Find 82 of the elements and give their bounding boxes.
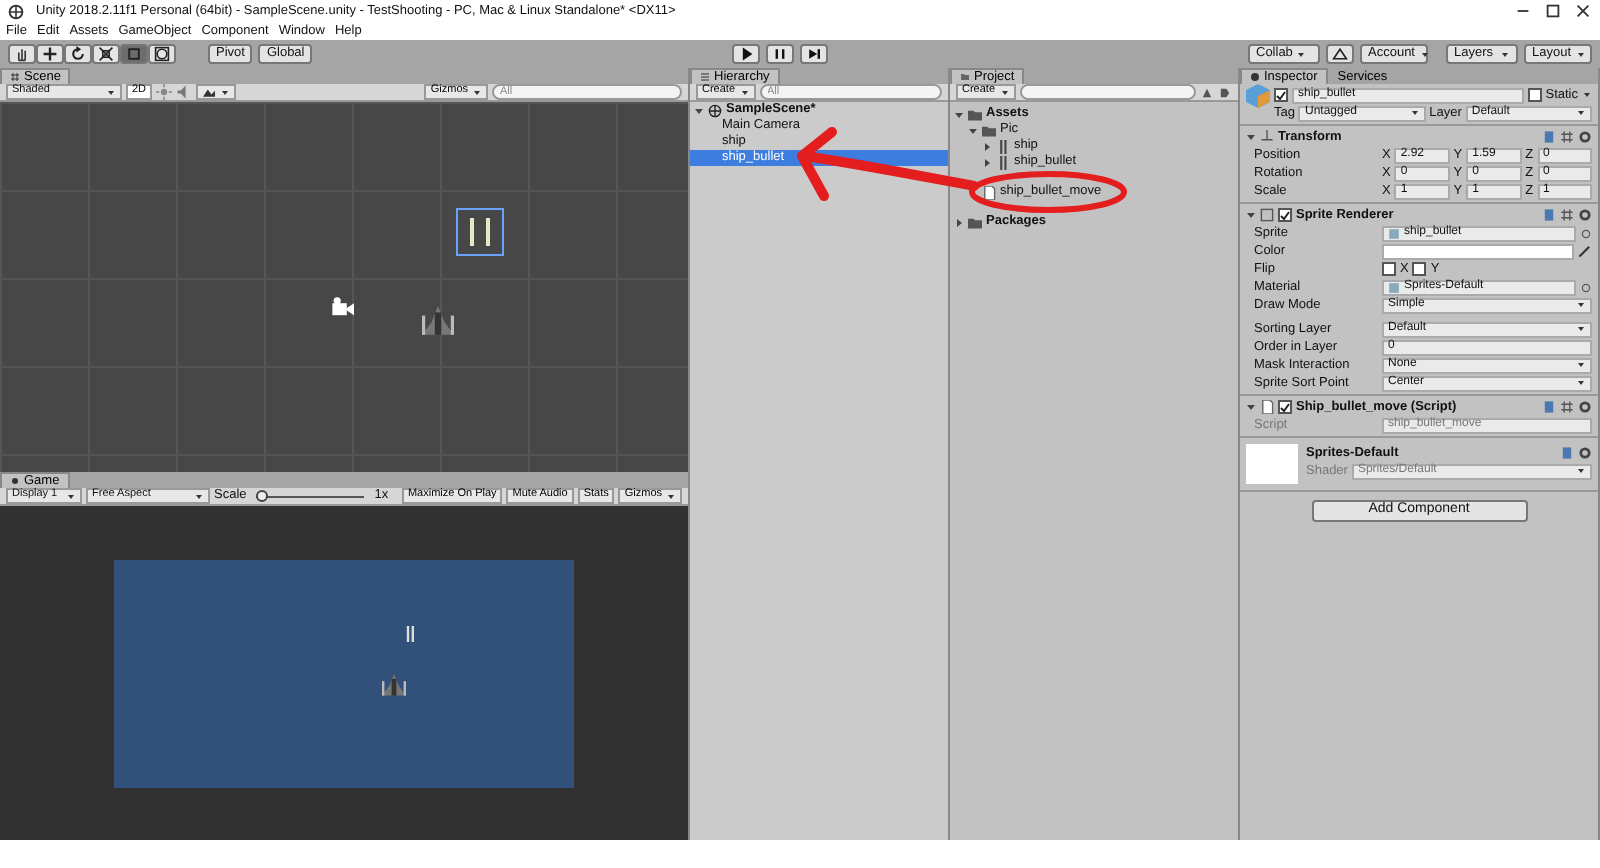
help-icon[interactable] (1542, 208, 1556, 222)
close-icon[interactable] (1574, 2, 1592, 20)
search-field[interactable] (1019, 84, 1196, 100)
asset-icon (1388, 281, 1400, 293)
checkbox[interactable] (1278, 208, 1292, 222)
scale-tool-button[interactable] (92, 44, 120, 64)
transform-icon (154, 46, 170, 62)
unity-scene-icon (708, 103, 722, 117)
rect-tool-button[interactable] (120, 44, 148, 64)
expand-arrow-icon[interactable] (982, 141, 992, 151)
grid-icon (10, 72, 20, 82)
object-picker-icon[interactable] (1580, 281, 1592, 293)
rotate-icon (70, 46, 86, 62)
checkbox[interactable] (1274, 88, 1288, 102)
hand-tool-button[interactable] (8, 44, 36, 64)
expand-arrow-icon[interactable] (1246, 132, 1256, 142)
caret-icon (1576, 300, 1586, 310)
caret-icon (1575, 49, 1586, 59)
move-icon (42, 46, 58, 62)
selection-box[interactable] (456, 208, 504, 256)
component-icon (1260, 400, 1274, 414)
list-icon (700, 72, 710, 82)
slider-thumb[interactable] (256, 489, 269, 501)
transform-tool-button[interactable] (148, 44, 176, 64)
expand-arrow-icon[interactable] (694, 105, 704, 115)
pause-icon (772, 46, 789, 62)
ship-sprite (382, 671, 406, 699)
checkbox[interactable] (1412, 262, 1427, 276)
cloud-icon (1332, 46, 1348, 62)
expand-arrow-icon[interactable] (982, 157, 992, 167)
rect-icon (126, 46, 142, 62)
preset-icon[interactable] (1560, 400, 1574, 414)
settings-icon[interactable] (1578, 446, 1592, 460)
cube-icon (1246, 83, 1270, 107)
expand-arrow-icon[interactable] (954, 217, 964, 227)
caret-icon (1576, 324, 1586, 334)
settings-icon[interactable] (1578, 130, 1592, 144)
material-preview (1246, 444, 1298, 484)
caret-icon (1409, 108, 1420, 118)
pause-button[interactable] (766, 44, 795, 64)
script-file-icon (982, 185, 996, 199)
rotate-tool-button[interactable] (64, 44, 92, 64)
asset-icon (1388, 227, 1400, 239)
expand-arrow-icon[interactable] (954, 109, 964, 119)
move-tool-button[interactable] (36, 44, 64, 64)
checkbox[interactable] (1382, 262, 1396, 276)
help-icon[interactable] (1542, 400, 1556, 414)
play-icon (738, 46, 755, 62)
settings-icon[interactable] (1578, 400, 1592, 414)
scale-icon (98, 46, 114, 62)
hand-icon (14, 46, 30, 62)
caret-icon (1576, 466, 1586, 476)
settings-icon[interactable] (1578, 208, 1592, 222)
component-icon (1260, 208, 1274, 222)
expand-arrow-icon[interactable] (1246, 210, 1256, 220)
game-icon (10, 476, 20, 486)
help-icon[interactable] (1560, 446, 1574, 460)
cloud-button[interactable] (1326, 44, 1354, 64)
expand-arrow-icon[interactable] (1246, 402, 1256, 412)
help-icon[interactable] (1542, 130, 1556, 144)
caret-icon (1500, 49, 1510, 59)
unity-logo-icon (8, 3, 24, 19)
expand-arrow-icon[interactable] (968, 125, 978, 135)
step-icon (806, 46, 823, 62)
effects-button[interactable] (196, 84, 237, 100)
eyedropper-icon[interactable] (1578, 244, 1592, 258)
camera-icon (326, 296, 358, 320)
caret-icon (1296, 49, 1307, 59)
color-field[interactable] (1382, 243, 1574, 259)
info-icon (1250, 72, 1260, 82)
preset-icon[interactable] (1560, 208, 1574, 222)
checkbox[interactable] (1278, 400, 1292, 414)
folder-icon (968, 215, 982, 229)
component-icon (1260, 130, 1274, 144)
object-picker-icon[interactable] (1580, 227, 1592, 239)
bullet-sprite (402, 625, 418, 641)
play-button[interactable] (732, 44, 761, 64)
caret-icon (1419, 49, 1429, 59)
maximize-icon[interactable] (1544, 2, 1562, 20)
step-button[interactable] (800, 44, 829, 64)
checkbox[interactable] (1527, 88, 1542, 102)
preset-icon[interactable] (1560, 130, 1574, 144)
